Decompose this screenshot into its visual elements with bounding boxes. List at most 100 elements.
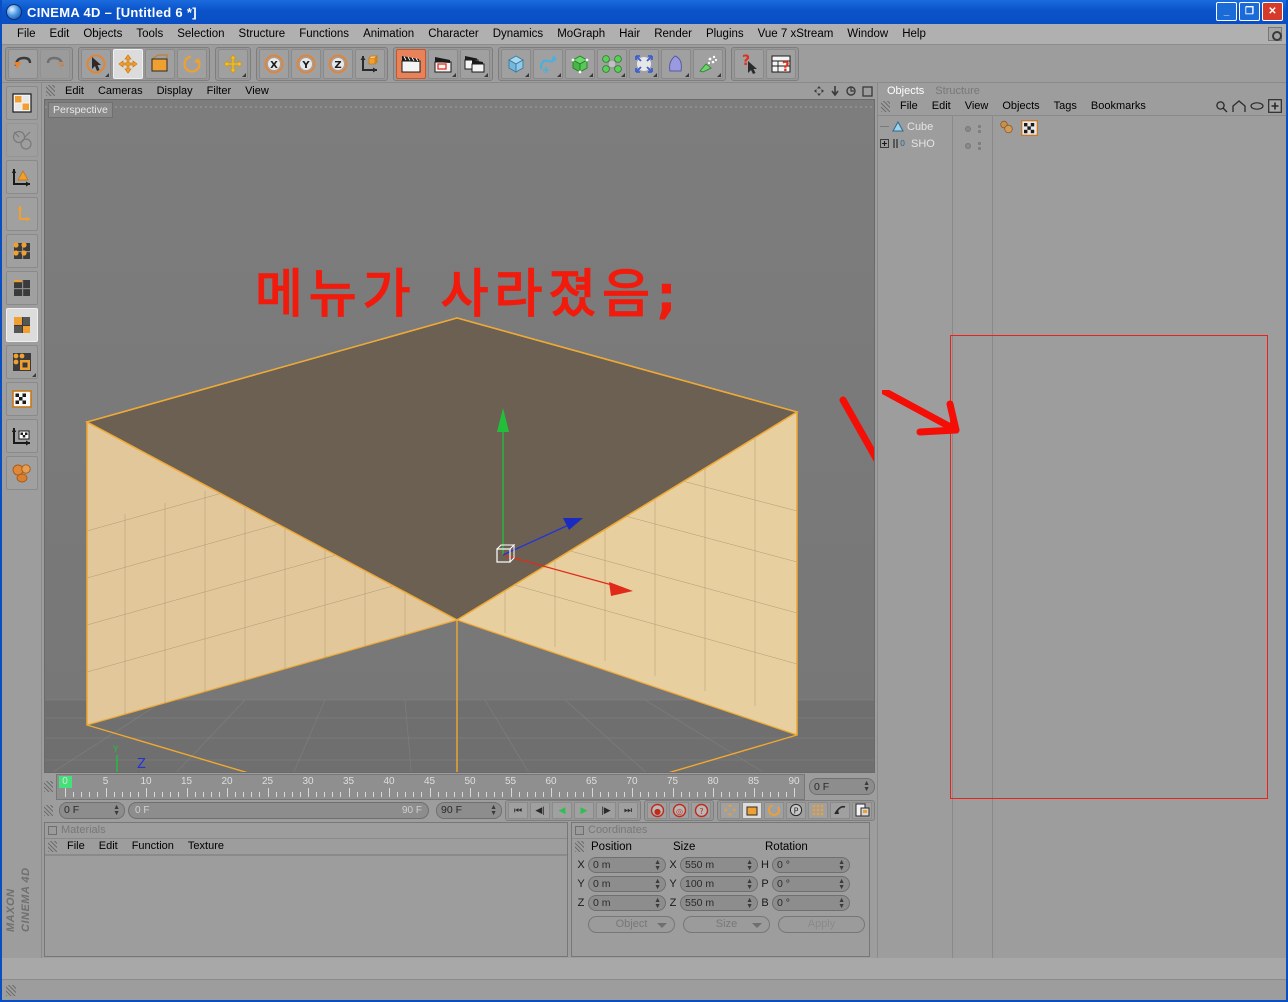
rotation-spinner-3-icon[interactable]: ▲ ▼ [838,897,845,910]
object-row-cube[interactable]: Cube [878,118,952,135]
position-spinner-1-icon[interactable]: ▲ ▼ [654,859,661,872]
objects-menu-objects[interactable]: Objects [995,100,1046,112]
render-view-icon[interactable] [396,48,426,79]
rotation-spinner-2-icon[interactable]: ▲ ▼ [838,878,845,891]
menu-item-file[interactable]: File [10,27,43,41]
move-tool-icon[interactable] [113,48,143,79]
materials-menu-edit[interactable]: Edit [92,840,125,852]
materials-collapse-icon[interactable] [48,825,57,835]
materials-grip-icon[interactable] [48,840,57,852]
position-field-y[interactable]: 0 m ▲ ▼ [588,875,666,892]
texture-axis-icon[interactable] [5,419,38,453]
autokey-toggle-button[interactable] [852,801,872,819]
rotation-field-b[interactable]: 0 ° ▲ ▼ [772,894,850,911]
help-cursor-icon[interactable]: ? [734,48,764,79]
layout-lock-icon[interactable] [1268,27,1282,41]
menu-item-functions[interactable]: Functions [292,27,356,41]
world-axis-icon[interactable] [5,123,38,157]
frame-spinner-right-icon[interactable]: ▲ ▼ [863,780,870,793]
size-mode-dropdown[interactable]: Size [683,915,770,933]
menu-item-help[interactable]: Help [895,27,933,41]
object-axis-icon[interactable] [5,197,38,231]
scene-object-icon[interactable] [661,48,691,79]
material-tag-icon[interactable] [999,120,1017,134]
timeline-range-scrollbar[interactable]: 0 F 90 F [128,801,429,819]
menu-item-render[interactable]: Render [647,27,699,41]
editor-dot-icon-2[interactable] [977,141,981,145]
play-reverse-button[interactable]: ◀ [552,801,572,819]
maximize-view-icon[interactable] [862,85,873,97]
current-frame-field[interactable]: 0 F ▲ ▼ [59,801,125,819]
menu-item-vue-7-xstream[interactable]: Vue 7 xStream [751,27,841,41]
y-axis-lock-icon[interactable]: Y [291,48,321,79]
rotation-field-p[interactable]: 0 ° ▲ ▼ [772,875,850,892]
end-frame-spinner-icon[interactable]: ▲ ▼ [490,804,497,817]
menu-item-dynamics[interactable]: Dynamics [486,27,550,41]
primitive-cube-icon[interactable] [501,48,531,79]
objects-menu-edit[interactable]: Edit [925,100,958,112]
apply-button[interactable]: Apply [778,915,865,933]
home-icon[interactable] [1232,99,1246,113]
menu-item-mograph[interactable]: MoGraph [550,27,612,41]
objects-manager-grip-icon[interactable] [881,100,890,112]
z-axis-lock-icon[interactable]: Z [323,48,353,79]
visibility-row-2[interactable] [953,137,992,154]
layout-switch-icon[interactable] [5,86,38,120]
coordinates-collapse-icon[interactable] [575,825,584,835]
rotate-tool-icon[interactable] [177,48,207,79]
next-key-button[interactable]: |▶ [596,801,616,819]
menu-item-animation[interactable]: Animation [356,27,421,41]
menu-item-hair[interactable]: Hair [612,27,647,41]
timeline-grip-icon[interactable] [44,781,53,793]
move-axis-icon[interactable] [218,48,248,79]
size-spinner-1-icon[interactable]: ▲ ▼ [746,859,753,872]
objects-manager-tab-objects[interactable]: Objects [882,85,929,97]
scale-tool-icon[interactable] [145,48,175,79]
visibility-dot-icon[interactable] [964,125,971,132]
timeline-controls-grip-icon[interactable] [44,804,53,816]
x-axis-lock-icon[interactable]: X [259,48,289,79]
coordinates-grip-icon[interactable] [575,841,584,853]
editor-dot-icon[interactable] [977,124,981,128]
eye-icon[interactable] [1250,101,1264,111]
menu-item-objects[interactable]: Objects [76,27,129,41]
objects-menu-tags[interactable]: Tags [1047,100,1084,112]
previous-key-button[interactable]: ◀| [530,801,550,819]
visibility-row-1[interactable] [953,120,992,137]
deformer-icon[interactable] [629,48,659,79]
objects-menu-view[interactable]: View [958,100,996,112]
texture-tag-icon[interactable] [1021,120,1038,136]
scale-key-button[interactable] [742,801,762,819]
end-frame-field[interactable]: 90 F ▲ ▼ [436,801,502,819]
menu-item-window[interactable]: Window [840,27,895,41]
minimize-button[interactable]: _ [1216,2,1237,21]
objects-menu-bookmarks[interactable]: Bookmarks [1084,100,1153,112]
viewport-menu-cameras[interactable]: Cameras [91,85,150,97]
editor-render-dots-2[interactable] [977,141,981,150]
search-icon[interactable] [1215,100,1228,113]
object-tags-area[interactable] [993,116,1286,958]
visibility-dot-icon-2[interactable] [964,142,971,149]
timeline-ruler[interactable]: 0 5 10 15 20 25 30 35 40 45 50 55 60 65 70 75 80 85 90 [56,773,805,800]
size-field-x[interactable]: 550 m ▲ ▼ [680,856,758,873]
rotation-key-button[interactable] [764,801,784,819]
objects-manager-tab-structure[interactable]: Structure [930,85,985,97]
point-level-animation-button[interactable] [830,801,850,819]
render-dot-icon-2[interactable] [977,146,981,150]
frame-spinner-icon[interactable]: ▲ ▼ [113,804,120,817]
move-view-icon[interactable] [813,85,825,97]
render-settings-icon[interactable] [460,48,490,79]
position-spinner-2-icon[interactable]: ▲ ▼ [654,878,661,891]
undo-icon[interactable] [8,48,38,79]
maximize-button[interactable]: ❐ [1239,2,1260,21]
world-object-coordinate-icon[interactable] [355,48,385,79]
render-dot-icon[interactable] [977,129,981,133]
position-field-x[interactable]: 0 m ▲ ▼ [588,856,666,873]
position-spinner-3-icon[interactable]: ▲ ▼ [654,897,661,910]
current-frame-field-right[interactable]: 0 F ▲ ▼ [809,778,875,796]
size-spinner-3-icon[interactable]: ▲ ▼ [746,897,753,910]
particles-icon[interactable] [693,48,723,79]
add-icon[interactable] [1268,99,1282,113]
select-tool-icon[interactable] [81,48,111,79]
rotation-spinner-1-icon[interactable]: ▲ ▼ [838,859,845,872]
